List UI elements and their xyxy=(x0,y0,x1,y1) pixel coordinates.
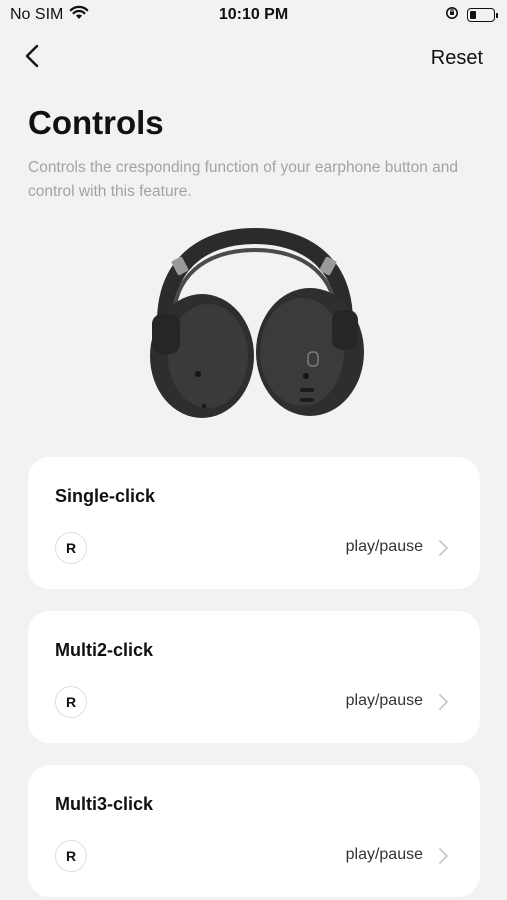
status-left: No SIM xyxy=(10,5,89,25)
battery-level xyxy=(470,11,476,19)
chevron-right-icon xyxy=(438,846,450,866)
nav-bar: Reset xyxy=(0,38,507,78)
chevron-right-icon xyxy=(438,538,450,558)
chevron-right-icon xyxy=(438,692,450,712)
control-card-multi3-click[interactable]: Multi3-click R play/pause xyxy=(28,765,480,897)
action-value: play/pause xyxy=(345,538,423,555)
headphones-image xyxy=(140,227,370,428)
status-right xyxy=(445,6,498,25)
reset-button[interactable]: Reset xyxy=(431,47,483,70)
control-card-title: Multi2-click xyxy=(55,640,154,660)
carrier-label: No SIM xyxy=(10,6,64,23)
side-badge: R xyxy=(55,532,87,564)
control-card-multi2-click[interactable]: Multi2-click R play/pause xyxy=(28,611,480,743)
control-card-title: Single-click xyxy=(55,486,156,506)
back-button[interactable] xyxy=(18,40,46,76)
rotation-lock-icon xyxy=(445,6,459,25)
action-value: play/pause xyxy=(345,692,423,709)
control-card-title: Multi3-click xyxy=(55,794,154,814)
page-title: Controls xyxy=(28,104,164,141)
page-description: Controls the cresponding function of you… xyxy=(28,159,458,200)
status-bar: No SIM 10:10 PM xyxy=(0,0,507,30)
side-badge: R xyxy=(55,840,87,872)
wifi-icon xyxy=(69,5,89,25)
side-badge: R xyxy=(55,686,87,718)
chevron-left-icon xyxy=(25,44,39,73)
battery-icon xyxy=(467,8,498,22)
action-value: play/pause xyxy=(345,846,423,863)
control-card-single-click[interactable]: Single-click R play/pause xyxy=(28,457,480,589)
